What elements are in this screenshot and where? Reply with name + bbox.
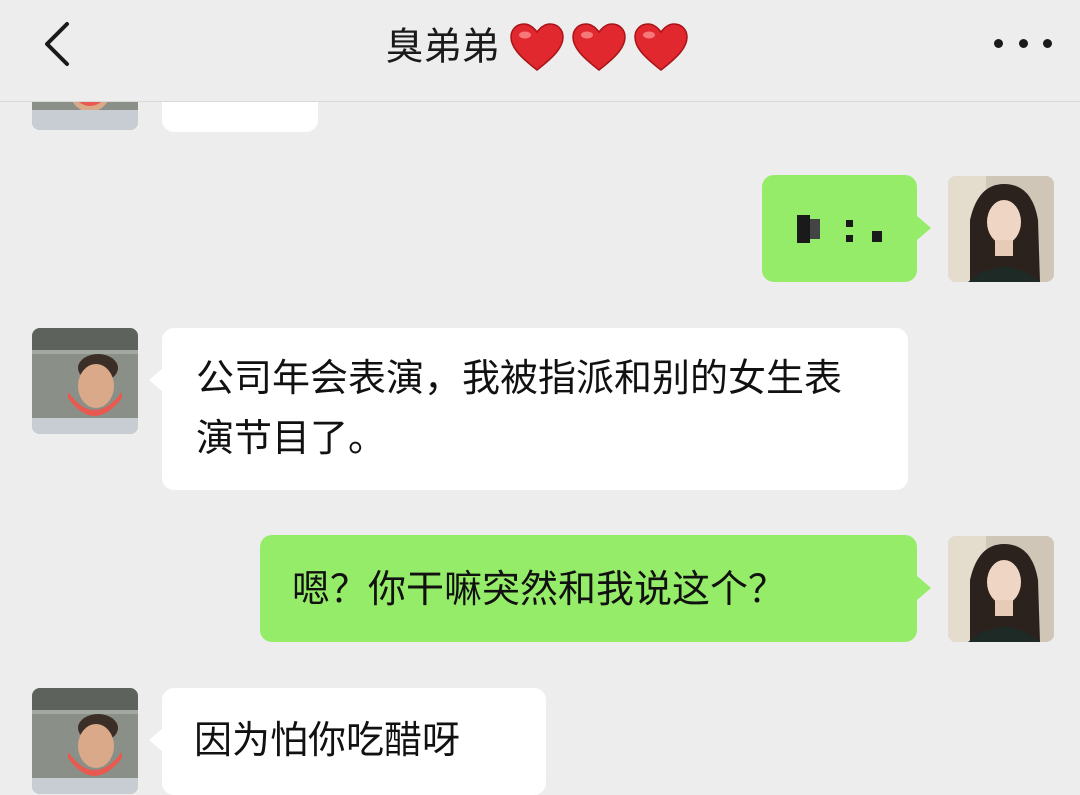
top-bar: 臭弟弟 <box>0 0 1080 102</box>
message-text: 公司年会表演，我被指派和别的女生表演节目了。 <box>196 356 843 460</box>
message-text: 因为怕你吃醋呀 <box>194 718 461 762</box>
message-bubble-incoming[interactable]: 公司年会表演，我被指派和别的女生表演节目了。 <box>162 328 908 490</box>
bubble-tail <box>149 728 163 752</box>
heart-icon <box>571 23 626 71</box>
contact-avatar[interactable] <box>32 688 138 794</box>
bubble-tail <box>149 368 163 392</box>
self-avatar[interactable] <box>948 536 1054 642</box>
self-avatar[interactable] <box>948 176 1054 282</box>
more-options-button[interactable] <box>994 25 1052 61</box>
message-bubble-outgoing[interactable]: 嗯？你干嘛突然和我说这个？ <box>260 535 917 642</box>
message-bubble-outgoing[interactable] <box>762 175 917 282</box>
contact-avatar[interactable] <box>32 328 138 434</box>
more-dots-icon-dot <box>1043 38 1052 48</box>
heart-icon <box>633 23 688 71</box>
message-bubble-incoming[interactable]: 因为怕你吃醋呀 <box>162 688 546 795</box>
contact-name: 臭弟弟 <box>385 24 500 69</box>
heart-icon <box>509 23 564 71</box>
message-text: 嗯？你干嘛突然和我说这个？ <box>292 567 787 611</box>
more-dots-icon-dot <box>1018 38 1028 48</box>
chat-title: 臭弟弟 <box>0 16 1080 76</box>
bubble-tail <box>917 576 931 600</box>
bubble-tail <box>917 216 931 240</box>
more-dots-icon <box>994 38 1003 48</box>
hearts-group <box>509 17 695 77</box>
